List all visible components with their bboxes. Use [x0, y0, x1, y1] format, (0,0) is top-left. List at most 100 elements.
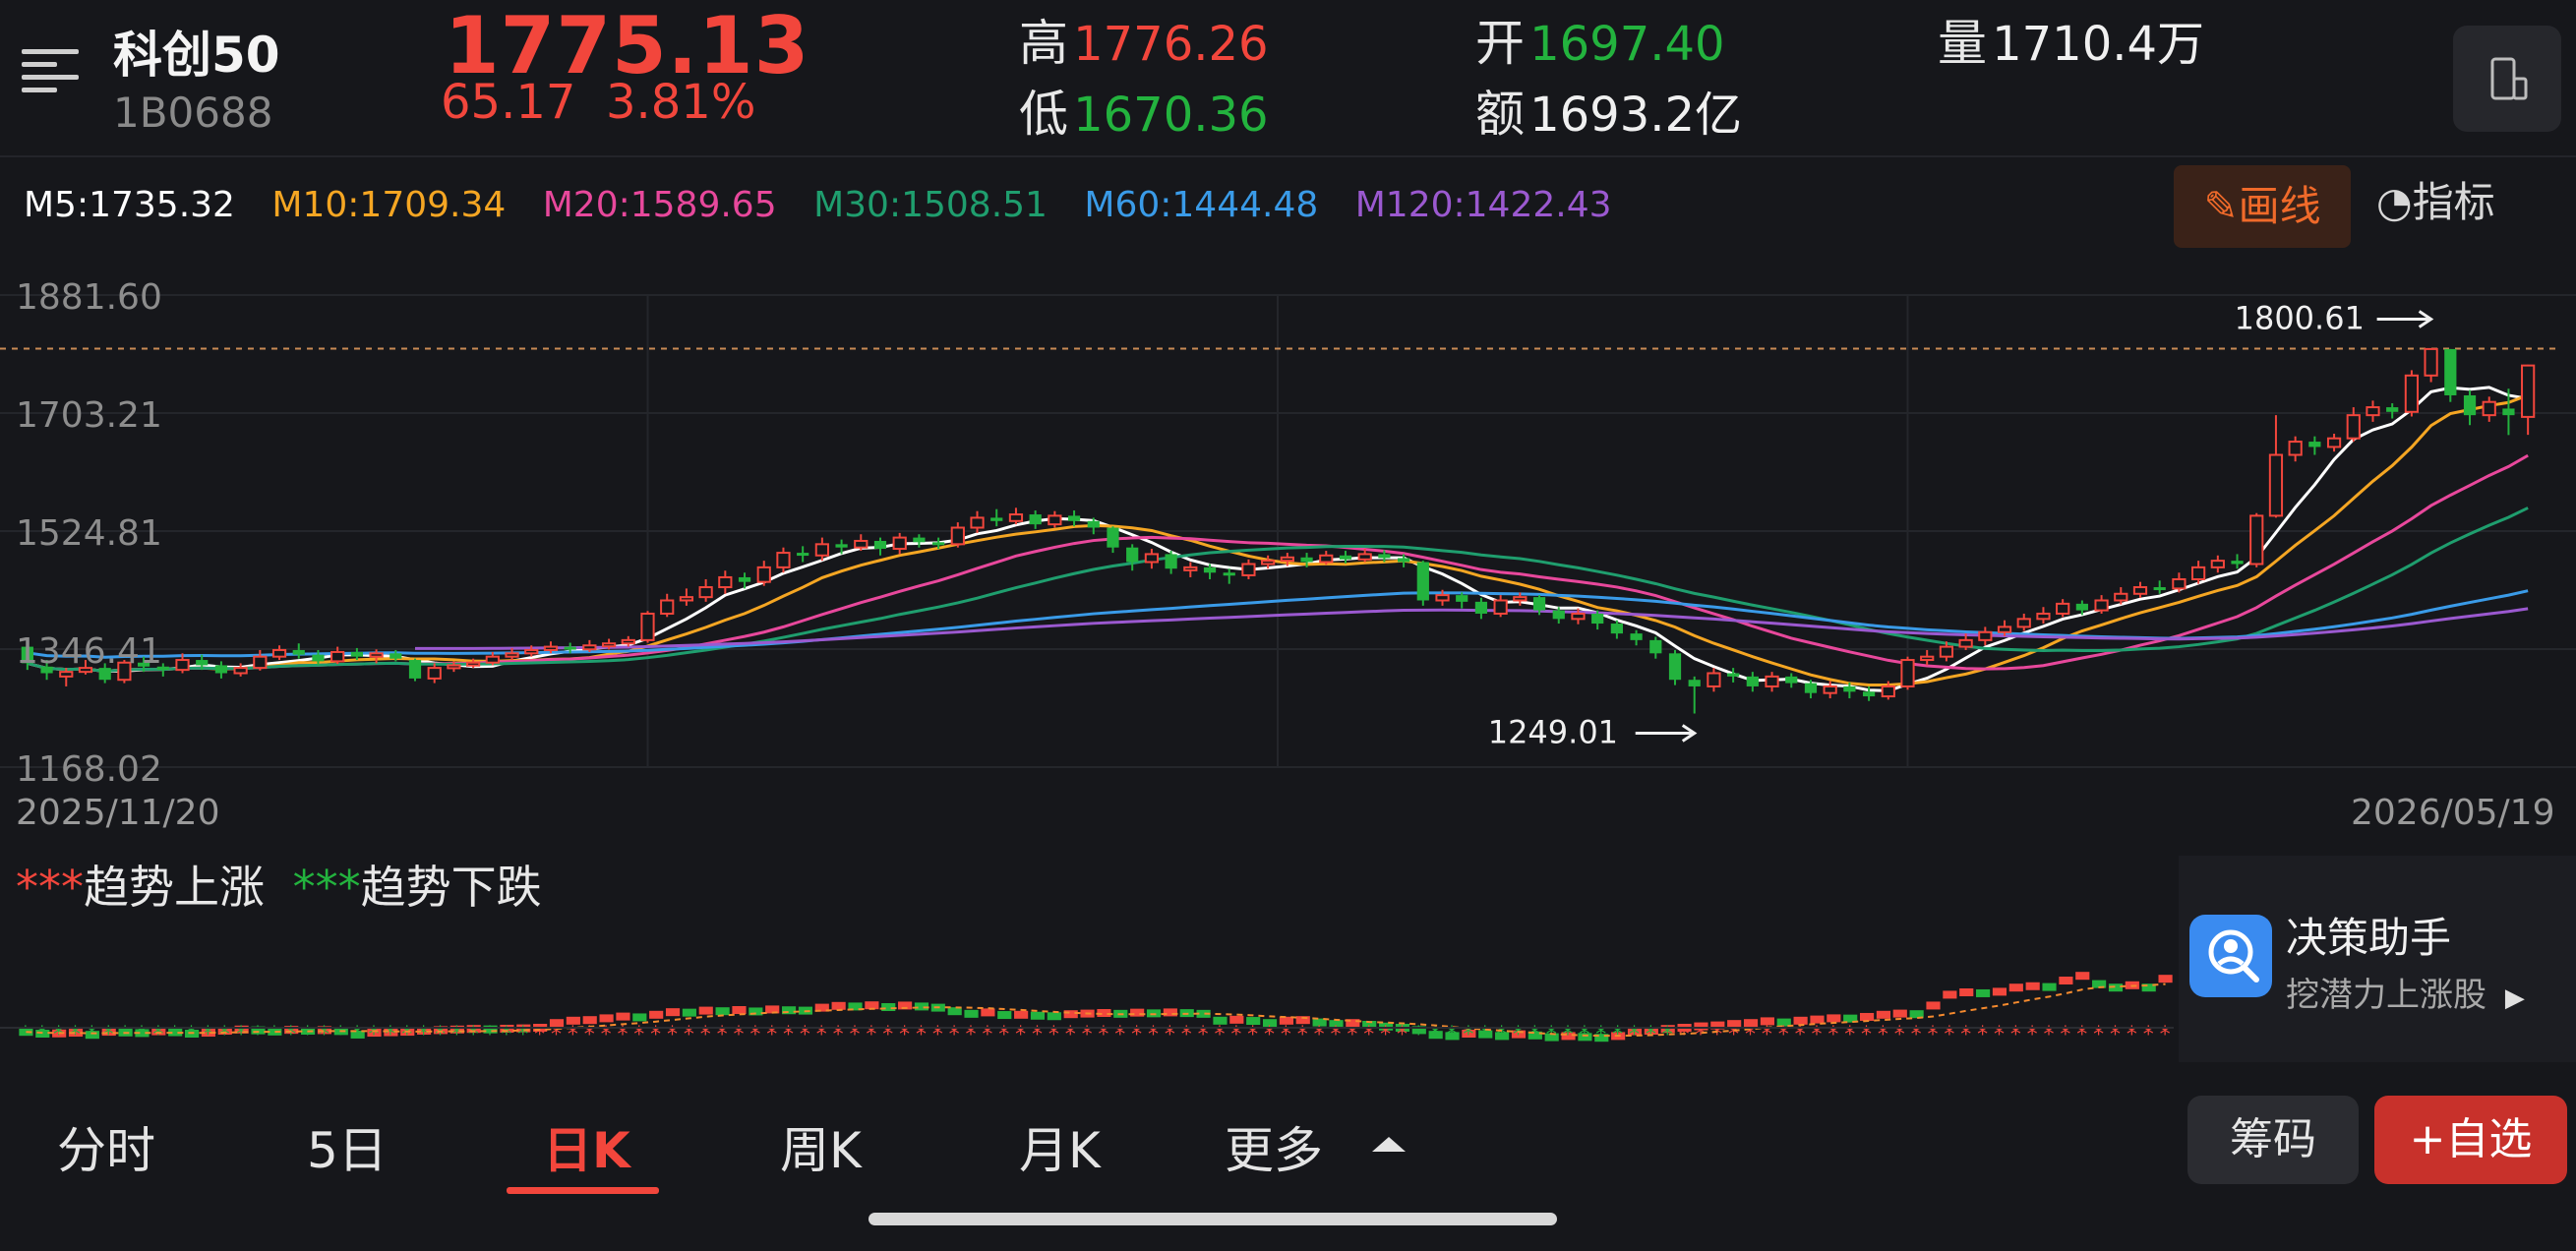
- ma20-label: M20:1589.65: [542, 185, 777, 225]
- candle-body: [233, 667, 248, 675]
- trend-star: *: [136, 1023, 147, 1047]
- candle-body: [1067, 515, 1081, 521]
- trend-star: *: [1230, 1023, 1241, 1047]
- volume-label: 量: [1938, 15, 1987, 72]
- trend-star: *: [468, 1023, 479, 1047]
- trend-bar: [964, 1009, 979, 1018]
- candle-body: [718, 575, 733, 589]
- trend-star: *: [982, 1023, 992, 1047]
- candle-body: [1591, 613, 1604, 625]
- candle-body: [1203, 566, 1217, 573]
- candle-body: [1280, 556, 1294, 563]
- candle-body: [1378, 554, 1391, 559]
- candle-body: [2268, 453, 2284, 517]
- candle-body: [1339, 555, 1352, 560]
- indicator-button[interactable]: ◔指标: [2376, 169, 2495, 229]
- trend-star: *: [302, 1023, 313, 1047]
- trend-star: *: [1827, 1023, 1838, 1047]
- chart-annotations: 1800.61 1249.01: [1488, 299, 2434, 751]
- trend-star: *: [2027, 1023, 2038, 1047]
- trend-star: *: [1114, 1023, 1125, 1047]
- trend-star: *: [1928, 1023, 1939, 1047]
- candle-body: [2249, 514, 2264, 566]
- trend-star: *: [1330, 1023, 1341, 1047]
- candle-body: [312, 654, 325, 662]
- trend-star: *: [667, 1023, 678, 1047]
- candle-body: [2366, 406, 2380, 417]
- trend-star: *: [866, 1023, 876, 1047]
- candle-body: [1552, 610, 1565, 620]
- trend-bar: [1827, 1014, 1841, 1023]
- tab-daily-k[interactable]: 日K: [543, 1111, 630, 1182]
- candle-body: [1144, 553, 1160, 564]
- chip-distribution-button[interactable]: 筹码: [2187, 1096, 2359, 1184]
- trend-star: *: [2044, 1023, 2055, 1047]
- candle-body: [1939, 645, 1954, 658]
- tab-more[interactable]: 更多: [1225, 1111, 1323, 1182]
- trend-bar: [715, 1007, 730, 1016]
- trend-star: *: [1247, 1023, 1258, 1047]
- trend-bar: [1943, 990, 1957, 999]
- trend-star: *: [800, 1023, 810, 1047]
- header-divider: [0, 155, 2576, 157]
- candle-body: [756, 566, 771, 583]
- trend-star: *: [252, 1023, 263, 1047]
- trend-star: *: [369, 1023, 380, 1047]
- trend-bar: [997, 1011, 1012, 1020]
- x-end-label: 2026/05/19: [2351, 793, 2555, 833]
- add-watchlist-button[interactable]: +自选: [2374, 1096, 2567, 1184]
- candle-body: [1823, 685, 1837, 694]
- amount-stat: 额 1693.2亿: [1475, 75, 1742, 146]
- trend-star: *: [501, 1023, 511, 1047]
- draw-line-button[interactable]: ✎画线: [2174, 165, 2351, 248]
- trend-star: *: [1165, 1023, 1175, 1047]
- trend-star: *: [684, 1023, 694, 1047]
- device-toggle-button[interactable]: [2453, 26, 2561, 132]
- candle-body: [1804, 683, 1818, 693]
- trend-star: *: [1363, 1023, 1374, 1047]
- candle-body: [1862, 691, 1876, 697]
- draw-line-label: 画线: [2238, 182, 2321, 230]
- trend-bar: [1047, 1012, 1061, 1021]
- candle-body: [2444, 348, 2457, 395]
- trend-bar: [2158, 975, 2173, 983]
- tab-5day[interactable]: 5日: [307, 1111, 388, 1182]
- candle-body: [1610, 624, 1623, 634]
- y-tick-label: 1168.02: [16, 749, 162, 790]
- menu-icon[interactable]: [22, 49, 83, 98]
- trend-star: *: [70, 1023, 81, 1047]
- candle-body: [2346, 414, 2361, 440]
- trend-bar: [1163, 1008, 1177, 1017]
- tab-intraday[interactable]: 分时: [57, 1111, 155, 1182]
- trend-star: *: [617, 1023, 628, 1047]
- trend-star: *: [1281, 1023, 1291, 1047]
- trend-star: *: [783, 1023, 794, 1047]
- change-value: 65.17: [441, 75, 576, 130]
- candle-body: [543, 645, 559, 651]
- candle-body: [292, 649, 305, 655]
- trend-bar: [1976, 988, 1991, 997]
- trend-star: *: [1032, 1023, 1043, 1047]
- candle-body: [1357, 553, 1372, 561]
- candle-body: [1126, 547, 1139, 563]
- trend-star: *: [966, 1023, 977, 1047]
- trend-bar: [632, 1013, 647, 1022]
- tab-monthly-k[interactable]: 月K: [1019, 1111, 1101, 1182]
- candle-body: [1300, 557, 1313, 563]
- ma10-label: M10:1709.34: [271, 185, 507, 225]
- candle-body: [2482, 400, 2496, 417]
- high-annotation: 1800.61: [2235, 299, 2365, 336]
- candle-body: [2231, 561, 2244, 565]
- candle-body: [196, 660, 209, 666]
- candle-body: [1688, 680, 1701, 686]
- amount-label: 额: [1475, 86, 1525, 143]
- tab-weekly-k[interactable]: 周K: [780, 1111, 862, 1182]
- trend-star: *: [169, 1023, 180, 1047]
- candle-body: [1881, 685, 1895, 698]
- candle-body: [1397, 558, 1410, 563]
- caret-up-icon[interactable]: [1372, 1137, 1406, 1152]
- trend-star: *: [485, 1023, 496, 1047]
- trend-star: *: [269, 1023, 279, 1047]
- trend-star: *: [1198, 1023, 1209, 1047]
- y-axis-ticks: 1881.60 1703.21 1524.81 1346.41 1168.02: [16, 277, 162, 790]
